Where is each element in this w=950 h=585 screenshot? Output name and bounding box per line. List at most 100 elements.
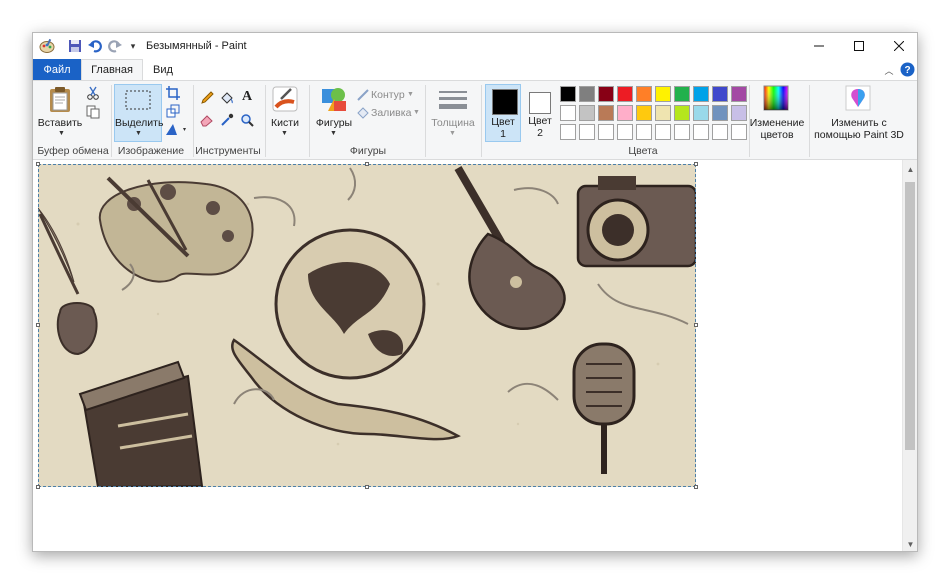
paint-app-icon[interactable] [39,38,55,54]
palette-swatch[interactable] [636,105,652,121]
tab-view[interactable]: Вид [145,59,181,80]
shapes-dropdown-icon[interactable]: ▼ [330,130,337,137]
scroll-down-icon[interactable]: ▼ [903,537,917,551]
edit-colors-line1[interactable]: Изменение [749,117,805,129]
resize-handle[interactable] [36,162,40,166]
close-button[interactable] [879,33,917,59]
line-size-icon[interactable] [437,89,469,113]
palette-swatch[interactable] [579,124,595,140]
color1-button[interactable]: Цвет 1 [485,84,521,142]
paint3d-line1[interactable]: Изменить с [809,117,909,129]
scrollbar-thumb[interactable] [905,182,915,450]
size-dropdown-icon[interactable]: ▼ [449,130,456,137]
fill-button[interactable]: Заливка [371,107,411,119]
save-icon[interactable] [67,38,83,54]
minimize-button[interactable] [799,33,839,59]
pencil-icon[interactable] [199,90,215,106]
palette-swatch[interactable] [617,86,633,102]
paint3d-icon[interactable] [845,85,871,111]
canvas-workspace[interactable]: ▲ ▼ [33,160,917,551]
outline-button[interactable]: Контур [371,89,405,101]
size-button[interactable]: Толщина [427,117,479,129]
palette-swatch[interactable] [674,86,690,102]
palette-swatch[interactable] [560,86,576,102]
vertical-scrollbar[interactable]: ▲ ▼ [902,160,917,551]
palette-swatch[interactable] [598,86,614,102]
outline-icon[interactable] [355,87,371,103]
palette-swatch[interactable] [598,105,614,121]
maximize-button[interactable] [839,33,879,59]
resize-handle[interactable] [36,323,40,327]
eraser-icon[interactable] [199,112,215,128]
group-divider [425,85,426,157]
rotate-icon[interactable] [165,121,187,137]
select-dropdown-icon[interactable]: ▼ [135,130,142,137]
redo-icon[interactable] [107,38,123,54]
tab-home[interactable]: Главная [81,59,143,80]
fill-icon[interactable] [355,105,371,121]
palette-swatch[interactable] [674,124,690,140]
color-picker-icon[interactable] [219,112,235,128]
paste-dropdown-icon[interactable]: ▼ [58,130,65,137]
resize-handle[interactable] [36,485,40,489]
magnifier-icon[interactable] [239,112,255,128]
palette-swatch[interactable] [560,124,576,140]
resize-handle[interactable] [694,485,698,489]
palette-swatch[interactable] [636,86,652,102]
resize-handle[interactable] [365,162,369,166]
tab-file[interactable]: Файл [33,59,81,80]
palette-swatch[interactable] [712,124,728,140]
palette-swatch[interactable] [731,124,747,140]
palette-swatch[interactable] [598,124,614,140]
resize-handle[interactable] [694,323,698,327]
palette-swatch[interactable] [693,124,709,140]
title-bar: ▾ Безымянный - Paint [33,33,917,59]
palette-swatch[interactable] [636,124,652,140]
palette-swatch[interactable] [655,86,671,102]
scroll-up-icon[interactable]: ▲ [903,162,917,176]
outline-dropdown-icon[interactable]: ▼ [407,91,414,98]
palette-swatch[interactable] [655,105,671,121]
palette-swatch[interactable] [579,105,595,121]
brush-icon[interactable] [271,85,299,113]
paste-button[interactable]: Вставить [37,117,83,129]
palette-swatch[interactable] [560,105,576,121]
palette-swatch[interactable] [617,124,633,140]
shapes-icon[interactable] [320,85,348,113]
help-icon[interactable]: ? [899,61,915,77]
palette-swatch[interactable] [674,105,690,121]
palette-swatch[interactable] [655,124,671,140]
palette-swatch[interactable] [712,105,728,121]
brushes-dropdown-icon[interactable]: ▼ [281,130,288,137]
edit-colors-line2[interactable]: цветов [749,129,805,141]
palette-swatch[interactable] [617,105,633,121]
color2-button[interactable]: Цвет 2 [523,84,559,142]
copy-icon[interactable] [85,104,101,120]
brushes-button[interactable]: Кисти [267,117,303,129]
palette-swatch[interactable] [693,105,709,121]
select-button-label: Выделить [115,117,164,129]
cut-icon[interactable] [85,85,101,101]
palette-swatch[interactable] [731,105,747,121]
resize-icon[interactable] [165,103,181,119]
paint3d-line2[interactable]: помощью Paint 3D [809,129,909,141]
edit-colors-icon[interactable] [763,85,789,111]
text-tool-icon[interactable]: A [239,89,255,105]
resize-handle[interactable] [694,162,698,166]
shapes-button[interactable]: Фигуры [313,117,355,129]
undo-icon[interactable] [87,38,103,54]
paste-icon[interactable] [46,85,74,113]
palette-swatch[interactable] [693,86,709,102]
customize-dropdown-icon[interactable]: ▾ [125,38,141,54]
palette-swatch[interactable] [712,86,728,102]
fill-dropdown-icon[interactable]: ▼ [413,109,420,116]
image-group-label: Изображение [117,145,185,157]
fill-bucket-icon[interactable] [219,90,235,106]
shapes-group-label: Фигуры [349,145,387,157]
palette-swatch[interactable] [579,86,595,102]
select-button[interactable]: Выделить ▼ [114,84,164,142]
palette-swatch[interactable] [731,86,747,102]
collapse-ribbon-icon[interactable]: ︿ [881,62,897,78]
crop-icon[interactable] [165,85,181,101]
resize-handle[interactable] [365,485,369,489]
